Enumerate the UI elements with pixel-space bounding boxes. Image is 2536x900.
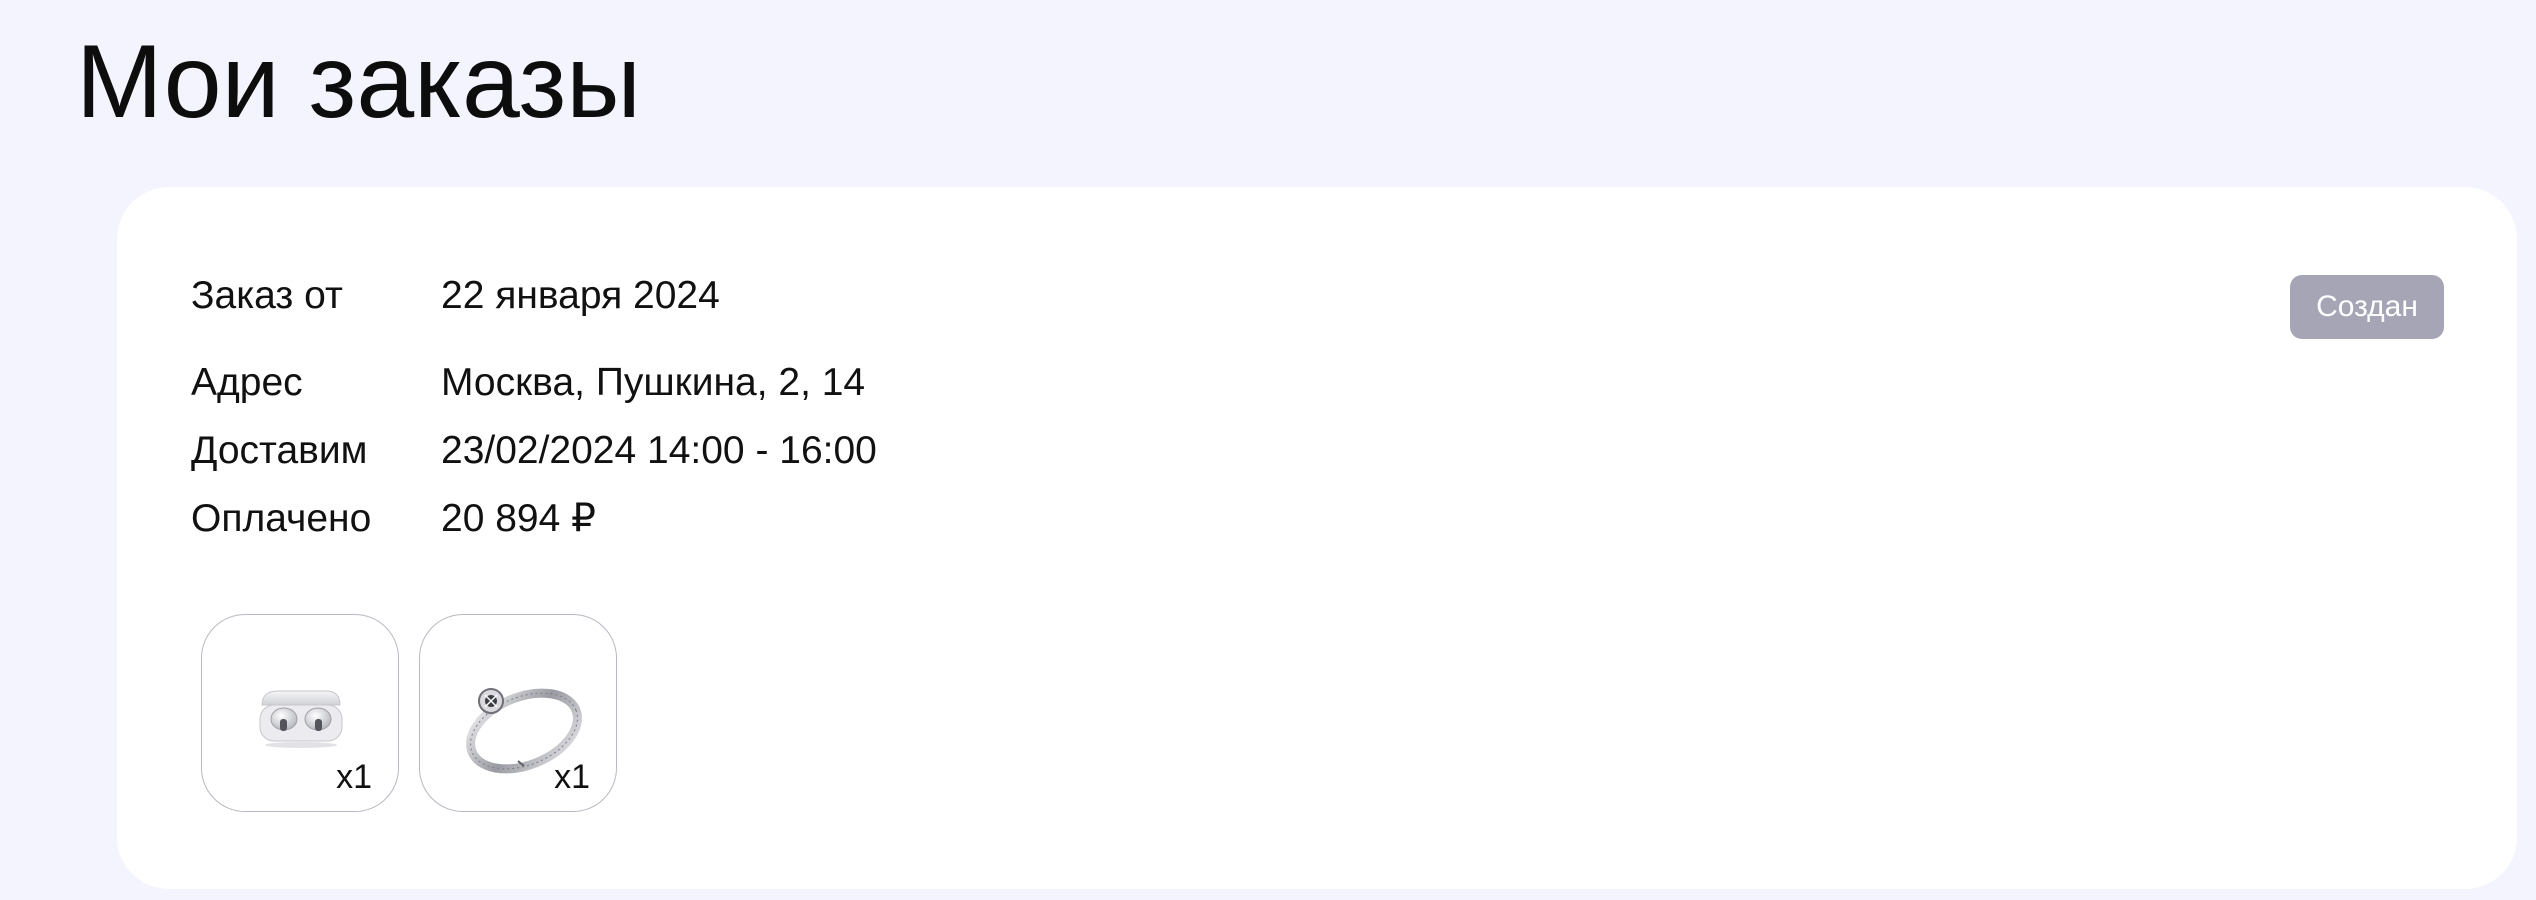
status-badge: Создан [2290, 275, 2444, 339]
order-paid-label: Оплачено [191, 497, 372, 540]
order-paid-value: 20 894 ₽ [441, 497, 596, 540]
order-card[interactable]: Заказ от 22 января 2024 Адрес Москва, Пу… [117, 187, 2517, 889]
order-delivery-label: Доставим [191, 429, 368, 472]
order-delivery-value: 23/02/2024 14:00 - 16:00 [441, 429, 877, 472]
item-quantity: x1 [554, 758, 590, 796]
order-item-thumbnail[interactable]: x1 [419, 614, 617, 812]
page-title: Мои заказы [76, 24, 642, 140]
order-date-label: Заказ от [191, 274, 343, 317]
item-quantity: x1 [336, 758, 372, 796]
order-item-thumbnail[interactable]: x1 [201, 614, 399, 812]
order-address-label: Адрес [191, 361, 303, 404]
order-address-value: Москва, Пушкина, 2, 14 [441, 361, 866, 404]
order-date-value: 22 января 2024 [441, 274, 720, 317]
